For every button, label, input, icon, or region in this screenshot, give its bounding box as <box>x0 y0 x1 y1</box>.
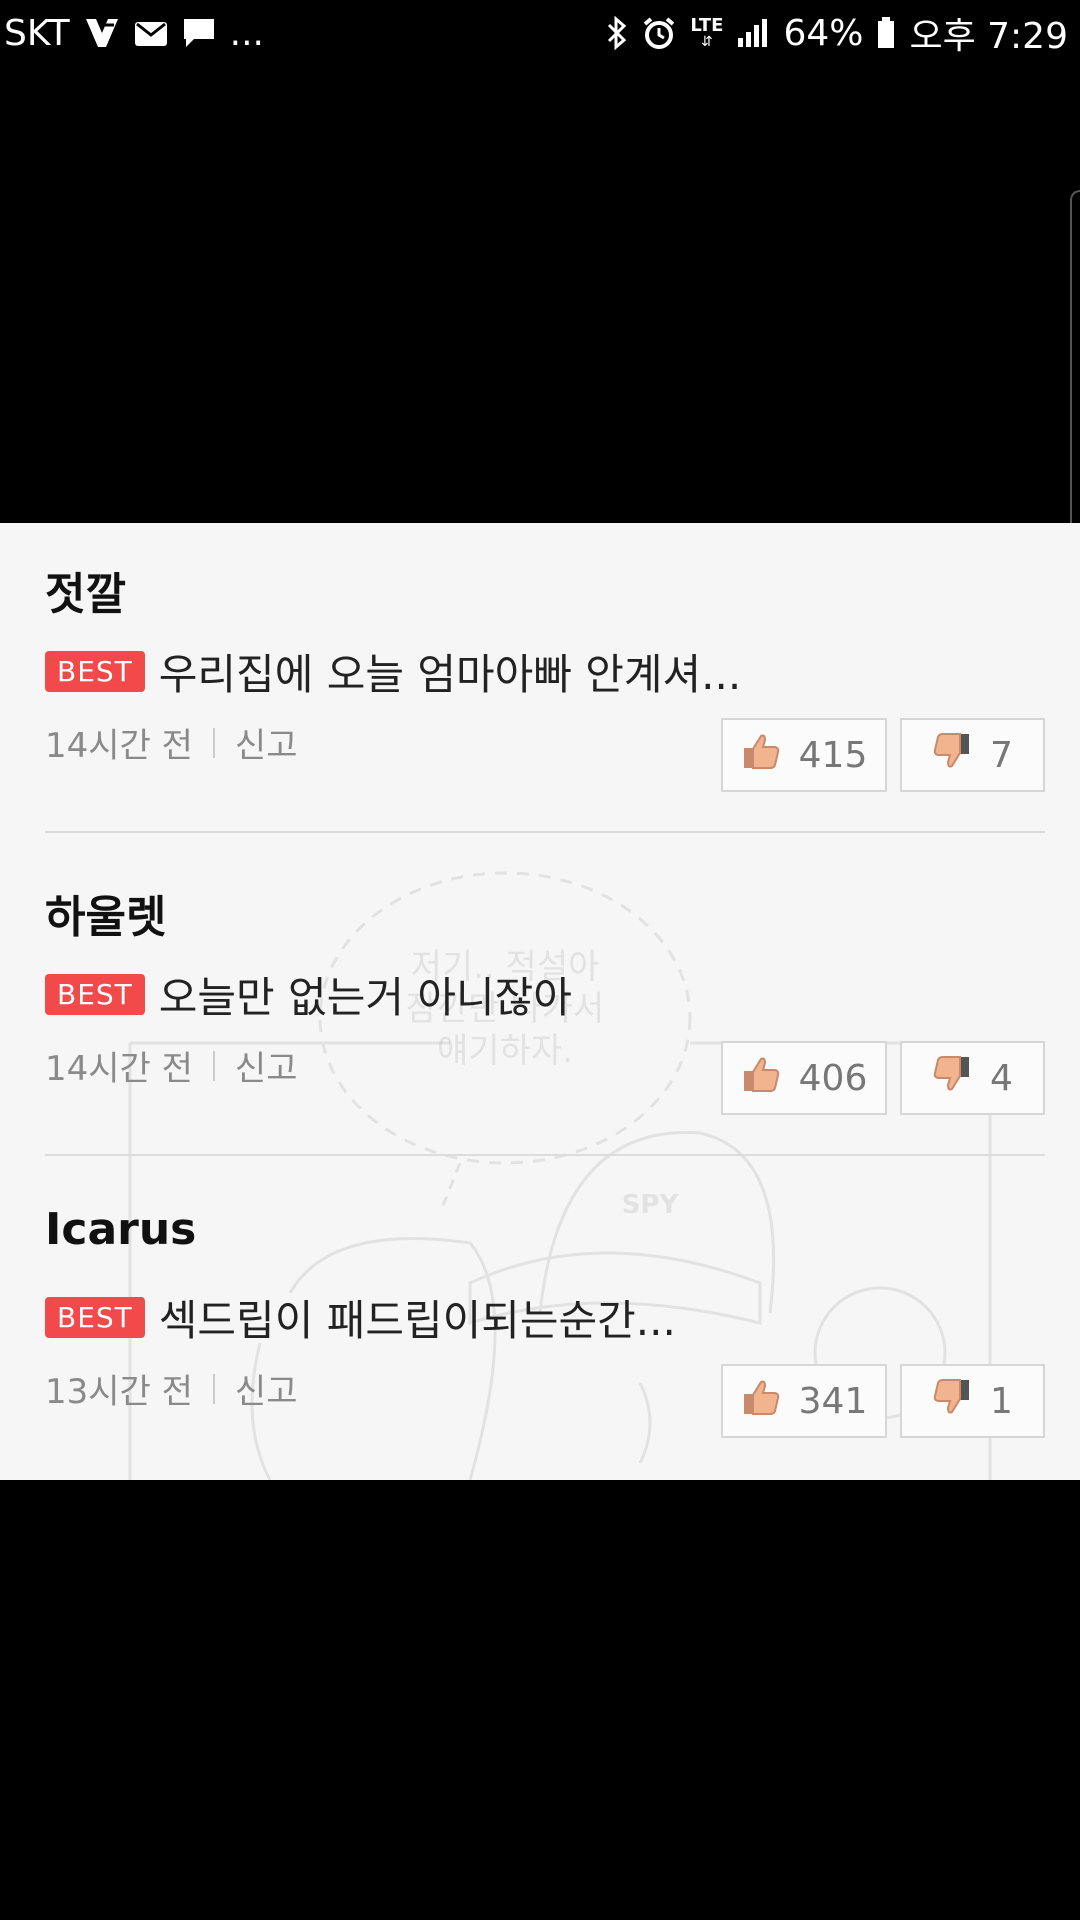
comment-time: 14시간 전 <box>45 726 193 766</box>
comment-item: 젓깔 BEST 우리집에 오늘 엄마아빠 안계셔... 14시간 전 신고 41… <box>45 523 1045 847</box>
comment-text[interactable]: 오늘만 없는거 아니잖아 <box>159 964 572 1025</box>
more-notifications-icon: ... <box>229 12 264 54</box>
dislike-count: 7 <box>990 734 1013 776</box>
comment-username[interactable]: 젓깔 <box>45 558 126 622</box>
meta-separator <box>212 727 215 758</box>
like-count: 415 <box>798 734 868 776</box>
report-link[interactable]: 신고 <box>235 718 298 767</box>
comment-time: 14시간 전 <box>45 1049 193 1089</box>
best-comments-card: 저기.. 적설아 잠깐만 나가서 얘기하자. SPY 젓깔 BEST 우리집에 … <box>0 523 1080 1480</box>
dislike-count: 1 <box>990 1380 1013 1422</box>
vpn-icon <box>84 17 120 49</box>
like-button[interactable]: 341 <box>721 1364 887 1438</box>
thumbs-up-icon <box>741 1378 781 1425</box>
mail-notification-icon <box>134 18 168 48</box>
meta-separator <box>212 1373 215 1404</box>
comment-item: 하울렛 BEST 오늘만 없는거 아니잖아 14시간 전 신고 406 4 <box>45 846 1045 1170</box>
thumbs-down-icon <box>932 1378 972 1425</box>
comment-text[interactable]: 섹드립이 패드립이되는순간... <box>159 1287 676 1348</box>
report-link[interactable]: 신고 <box>235 1041 298 1090</box>
battery-percent: 64% <box>783 12 864 54</box>
side-edge-handle[interactable] <box>1070 190 1080 550</box>
meta-separator <box>212 1050 215 1081</box>
status-bar: SKT ... LTE ⇵ 64% 오후 7:29 <box>0 0 1080 66</box>
dislike-button[interactable]: 1 <box>900 1364 1045 1438</box>
like-count: 341 <box>798 1380 868 1422</box>
best-badge: BEST <box>45 1297 145 1338</box>
best-badge: BEST <box>45 974 145 1015</box>
lte-icon: LTE ⇵ <box>690 15 724 50</box>
lte-label: LTE <box>690 15 724 36</box>
battery-icon <box>877 17 895 49</box>
message-notification-icon <box>182 17 216 49</box>
clock: 오후 7:29 <box>909 16 1068 57</box>
dislike-count: 4 <box>990 1057 1013 1099</box>
like-button[interactable]: 415 <box>721 718 887 792</box>
thumbs-down-icon <box>932 732 972 779</box>
report-link[interactable]: 신고 <box>235 1364 298 1413</box>
comment-divider <box>45 831 1045 833</box>
dislike-button[interactable]: 4 <box>900 1041 1045 1115</box>
best-badge: BEST <box>45 651 145 692</box>
like-button[interactable]: 406 <box>721 1041 887 1115</box>
thumbs-up-icon <box>741 1055 781 1102</box>
comment-text[interactable]: 우리집에 오늘 엄마아빠 안계셔... <box>159 641 741 702</box>
signal-icon <box>737 18 769 48</box>
alarm-icon <box>642 16 676 50</box>
comment-username[interactable]: Icarus <box>45 1204 196 1255</box>
like-count: 406 <box>798 1057 868 1099</box>
dislike-button[interactable]: 7 <box>900 718 1045 792</box>
thumbs-up-icon <box>741 732 781 779</box>
carrier-label: SKT <box>4 12 70 54</box>
bluetooth-icon <box>606 16 628 50</box>
thumbs-down-icon <box>932 1055 972 1102</box>
comment-item: Icarus BEST 섹드립이 패드립이되는순간... 13시간 전 신고 3… <box>45 1169 1045 1480</box>
comment-time: 13시간 전 <box>45 1372 193 1412</box>
comment-divider <box>45 1154 1045 1156</box>
comment-username[interactable]: 하울렛 <box>45 881 166 945</box>
